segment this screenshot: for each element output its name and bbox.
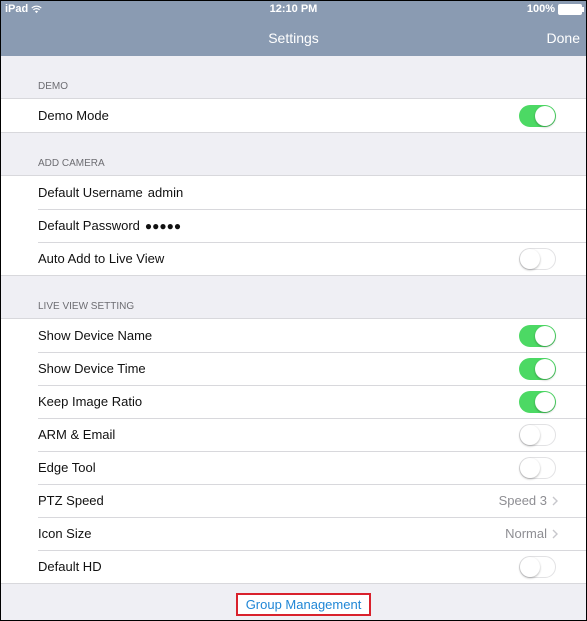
show-device-time-label: Show Device Time	[38, 361, 146, 376]
show-device-time-toggle[interactable]	[519, 357, 556, 380]
row-arm-email: ARM & Email	[1, 418, 586, 451]
keep-image-ratio-toggle[interactable]	[519, 390, 556, 413]
keep-image-ratio-label: Keep Image Ratio	[38, 394, 143, 409]
section-header-live-view: LIVE VIEW SETTING	[1, 276, 586, 318]
status-time: 12:10 PM	[269, 3, 318, 15]
default-hd-label: Default HD	[38, 559, 102, 574]
default-username-field[interactable]: admin	[148, 185, 183, 200]
default-hd-toggle[interactable]	[519, 555, 556, 578]
chevron-right-icon	[552, 496, 558, 505]
default-password-label: Default Password	[38, 218, 140, 233]
default-password-field[interactable]: ●●●●●	[145, 219, 181, 233]
row-keep-image-ratio: Keep Image Ratio	[1, 385, 586, 418]
show-device-name-label: Show Device Name	[38, 328, 153, 343]
row-show-device-time: Show Device Time	[1, 352, 586, 385]
icon-size-value: Normal	[505, 526, 547, 541]
auto-add-label: Auto Add to Live View	[38, 251, 165, 266]
section-header-demo: DEMO	[1, 56, 586, 98]
edge-tool-label: Edge Tool	[38, 460, 96, 475]
row-demo-mode: Demo Mode	[1, 99, 586, 132]
battery-percent: 100%	[526, 3, 555, 15]
settings-screen: iPad 12:10 PM 100% Settings Done DEMO De…	[0, 0, 587, 621]
row-default-password[interactable]: Default Password ●●●●●	[1, 209, 586, 242]
chevron-right-icon	[552, 529, 558, 538]
ptz-speed-value: Speed 3	[498, 493, 547, 508]
group-demo: Demo Mode	[1, 98, 586, 133]
ptz-speed-label: PTZ Speed	[38, 493, 104, 508]
group-management-button[interactable]: Group Management	[236, 593, 371, 616]
row-auto-add-live-view: Auto Add to Live View	[1, 242, 586, 275]
group-live-view: Show Device Name Show Device Time Keep I…	[1, 318, 586, 584]
row-ptz-speed[interactable]: PTZ Speed Speed 3	[1, 484, 586, 517]
demo-mode-toggle[interactable]	[519, 104, 556, 127]
arm-email-toggle[interactable]	[519, 423, 556, 446]
done-button[interactable]: Done	[547, 30, 580, 46]
arm-email-label: ARM & Email	[38, 427, 116, 442]
group-add-camera: Default Username admin Default Password …	[1, 175, 586, 276]
icon-size-label: Icon Size	[38, 526, 92, 541]
auto-add-toggle[interactable]	[519, 247, 556, 270]
row-edge-tool: Edge Tool	[1, 451, 586, 484]
edge-tool-toggle[interactable]	[519, 456, 556, 479]
battery-icon	[558, 3, 584, 15]
status-bar: iPad 12:10 PM 100%	[1, 1, 586, 18]
section-header-add-camera: ADD CAMERA	[1, 133, 586, 175]
page-title: Settings	[268, 30, 319, 46]
row-show-device-name: Show Device Name	[1, 319, 586, 352]
default-username-label: Default Username	[38, 185, 143, 200]
row-default-hd: Default HD	[1, 550, 586, 583]
show-device-name-toggle[interactable]	[519, 324, 556, 347]
demo-mode-label: Demo Mode	[38, 108, 109, 123]
row-icon-size[interactable]: Icon Size Normal	[1, 517, 586, 550]
row-default-username[interactable]: Default Username admin	[1, 176, 586, 209]
navigation-bar: Settings Done	[1, 18, 586, 56]
